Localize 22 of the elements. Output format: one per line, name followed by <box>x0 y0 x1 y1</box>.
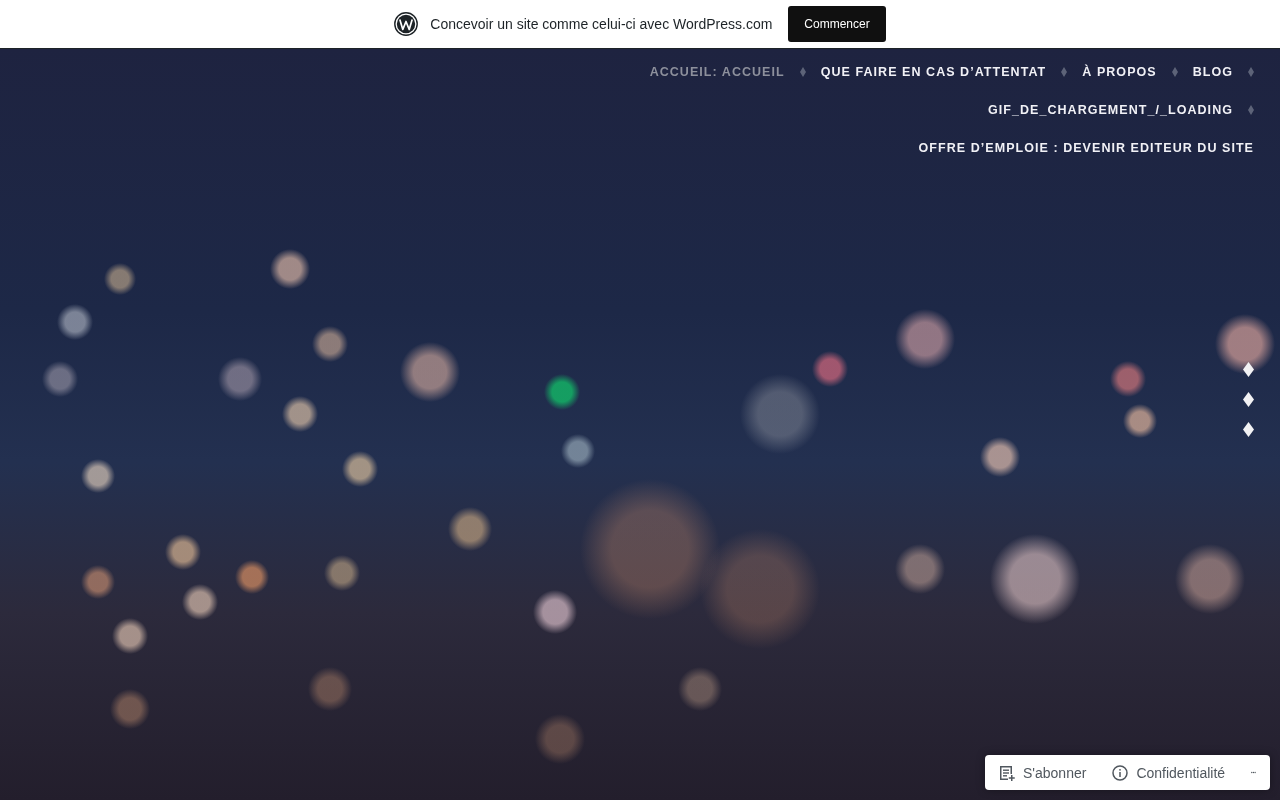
nav-link[interactable]: À PROPOS <box>1082 65 1157 79</box>
nav-link[interactable]: QUE FAIRE EN CAS D’ATTENTAT <box>820 65 1047 79</box>
more-icon[interactable] <box>1251 770 1256 775</box>
diamond-icon[interactable] <box>1243 392 1254 407</box>
info-icon <box>1112 764 1129 781</box>
diamond-icon[interactable] <box>1243 422 1254 437</box>
diamond-icon <box>1248 67 1254 77</box>
privacy-button[interactable]: Confidentialité <box>1112 764 1226 781</box>
nav-link[interactable]: BLOG <box>1192 65 1233 79</box>
nav-link[interactable]: ACCUEIL: ACCUEIL <box>649 65 785 79</box>
nav-link[interactable]: GIF_DE_CHARGEMENT_/_LOADING <box>987 103 1233 117</box>
diamond-icon <box>1248 105 1254 115</box>
diamond-icon <box>1061 67 1068 77</box>
subscribe-button[interactable]: S'abonner <box>999 764 1087 781</box>
diamond-icon[interactable] <box>1243 362 1254 377</box>
diamond-icon <box>799 67 806 77</box>
nav-link[interactable]: OFFRE D’EMPLOIE : DEVENIR EDITEUR DU SITE <box>918 141 1254 155</box>
document-plus-icon <box>999 764 1015 781</box>
start-button[interactable]: Commencer <box>788 6 886 42</box>
logo-icon <box>394 12 419 36</box>
diamond-icon <box>1171 67 1178 77</box>
banner-text: Concevoir un site comme celui-ci avec WordPress.com <box>430 16 773 32</box>
